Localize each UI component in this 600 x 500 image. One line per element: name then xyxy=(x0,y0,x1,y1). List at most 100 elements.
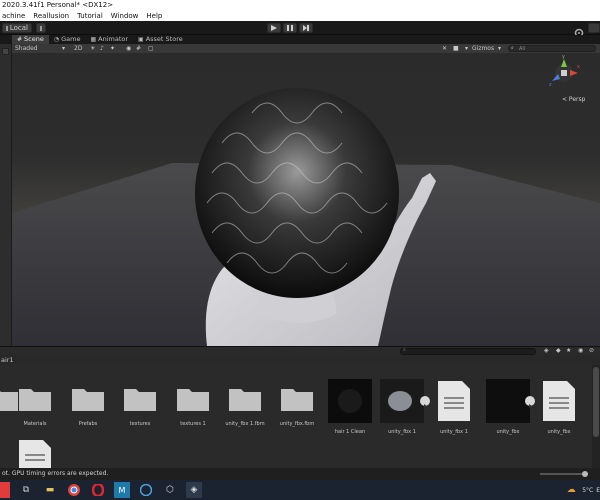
tab-asset-store[interactable]: ▣ Asset Store xyxy=(133,35,188,44)
chrome-icon[interactable] xyxy=(66,482,82,498)
tab-animator-label: Animator xyxy=(98,35,129,43)
project-search-input[interactable]: ⌕ xyxy=(400,347,536,355)
tab-scene[interactable]: # Scene xyxy=(12,35,49,44)
pause-button[interactable] xyxy=(283,23,297,33)
account-button[interactable] xyxy=(588,23,600,33)
scene-tab-bar: # Scene ◔ Game ▦ Animator ▣ Asset Store xyxy=(0,35,600,44)
step-icon xyxy=(303,25,309,31)
asset-unity-fbx-model[interactable]: unity_fbx xyxy=(486,379,530,435)
grid-toggle-icon[interactable]: # xyxy=(136,44,141,53)
local-toggle-button[interactable]: Local xyxy=(2,23,32,33)
asset-file-row2[interactable] xyxy=(17,438,53,468)
zoom-slider[interactable] xyxy=(540,471,588,477)
project-assets-grid: Materials Prefabs textures textures 1 un… xyxy=(0,365,600,468)
filter-label-icon[interactable]: ◆ xyxy=(556,347,561,354)
scene-viewport[interactable]: x y z < Persp xyxy=(12,53,600,346)
pacman-icon: ◔ xyxy=(53,36,60,43)
effects-toggle-icon[interactable]: ✦ xyxy=(110,44,115,53)
chevron-down-icon: ▾ xyxy=(62,45,66,52)
asset-label: hair 1 Clean xyxy=(334,429,366,435)
folder-icon xyxy=(177,389,209,411)
window-title: 2020.3.41f1 Personal* <DX12> xyxy=(0,0,600,11)
material-preview-icon xyxy=(328,379,372,423)
app-c-icon[interactable] xyxy=(138,482,154,498)
tool-settings-icon[interactable]: ▢ xyxy=(148,44,154,53)
menu-reallusion[interactable]: Reallusion xyxy=(33,11,69,21)
temperature-label: 5°C xyxy=(582,486,594,494)
asset-folder-unity-fbx-1-fbm[interactable]: unity_fbx 1.fbm xyxy=(225,383,265,427)
asset-label: Prefabs xyxy=(78,421,98,427)
orientation-gizmo[interactable] xyxy=(552,59,578,82)
menu-tutorial[interactable]: Tutorial xyxy=(77,11,103,21)
collab-button[interactable] xyxy=(574,23,584,38)
scrollbar-thumb[interactable] xyxy=(593,367,599,437)
asset-label: textures xyxy=(129,421,151,427)
breadcrumb-folder[interactable]: air1 xyxy=(0,356,14,364)
opera-icon[interactable] xyxy=(90,482,106,498)
task-view-icon[interactable]: ⧉ xyxy=(18,482,34,498)
asset-hair-1-clean[interactable]: hair 1 Clean xyxy=(328,379,372,435)
project-toolbar: ⌕ ◈ ◆ ★ ◉ ⊘ xyxy=(0,346,600,355)
asset-folder-textures[interactable]: textures xyxy=(120,383,160,427)
menu-machine[interactable]: achine xyxy=(2,11,25,21)
grid-snap-icon xyxy=(40,25,42,31)
menu-help[interactable]: Help xyxy=(146,11,162,21)
folder-icon xyxy=(72,389,104,411)
step-button[interactable] xyxy=(299,23,313,33)
2d-toggle-button[interactable]: 2D xyxy=(74,44,82,53)
scene-search-input[interactable]: ⌕ All xyxy=(508,45,596,52)
assets-scrollbar[interactable] xyxy=(592,365,600,468)
asset-label: unity_fbx xyxy=(496,429,520,435)
weather-icon[interactable]: ☁ xyxy=(564,482,578,498)
tab-asset-store-label: Asset Store xyxy=(145,35,183,43)
lock-icon[interactable]: ⊘ xyxy=(589,347,594,354)
asset-unity-fbx-file[interactable]: unity_fbx xyxy=(541,379,577,435)
asset-unity-fbx-1-model[interactable]: unity_fbx 1 xyxy=(380,379,424,435)
document-icon xyxy=(543,381,575,421)
play-button[interactable] xyxy=(267,23,281,33)
expand-play-icon[interactable] xyxy=(420,396,430,408)
scene-render: x y z < Persp xyxy=(12,54,600,346)
hidden-objects-icon[interactable]: ◉ xyxy=(126,44,131,53)
document-icon xyxy=(19,440,51,468)
asset-label: unity_fbx xyxy=(547,429,571,435)
asset-label: unity_fbx 1 xyxy=(388,429,416,435)
tab-game[interactable]: ◔ Game xyxy=(49,35,86,44)
folder-icon xyxy=(19,389,51,411)
audio-toggle-icon[interactable]: ♪ xyxy=(100,44,104,53)
asset-folder-unity-fbx-fbm[interactable]: unity_fbx.fbm xyxy=(277,383,317,427)
animator-icon: ▦ xyxy=(90,36,97,43)
camera-icon[interactable]: ■ xyxy=(453,44,459,53)
scene-tools-icon[interactable]: ✕ xyxy=(442,44,447,53)
light-toggle-icon[interactable]: ☀ xyxy=(90,44,95,53)
favorite-icon[interactable]: ★ xyxy=(566,347,571,354)
tab-animator[interactable]: ▦ Animator xyxy=(85,35,133,44)
local-icon xyxy=(6,25,8,31)
tab-game-label: Game xyxy=(61,35,81,43)
gizmos-chevron-icon: ▾ xyxy=(498,45,502,52)
app-m-icon[interactable]: M xyxy=(114,482,130,498)
unity-hub-icon[interactable]: ⬡ xyxy=(162,482,178,498)
status-message: ot. GPU timing errors are expected. xyxy=(2,470,109,477)
folder-icon xyxy=(124,389,156,411)
asset-folder-materials[interactable]: Materials xyxy=(15,383,55,427)
menu-window[interactable]: Window xyxy=(111,11,139,21)
os-taskbar: ⧉ ▬ M ⬡ ◈ ☁ 5°C E xyxy=(0,480,600,500)
asset-unity-fbx-1-file[interactable]: unity_fbx 1 xyxy=(436,379,472,435)
unity-editor-icon[interactable]: ◈ xyxy=(186,482,202,498)
tool-handle[interactable] xyxy=(2,48,9,55)
zoom-slider-handle[interactable] xyxy=(582,471,588,477)
gizmos-dropdown[interactable]: Gizmos xyxy=(472,44,494,53)
taskbar-app-red-icon[interactable] xyxy=(0,482,10,498)
character-hair xyxy=(195,88,399,298)
persp-label[interactable]: < Persp xyxy=(562,96,586,103)
asset-folder-prefabs[interactable]: Prefabs xyxy=(68,383,108,427)
file-explorer-icon[interactable]: ▬ xyxy=(42,482,58,498)
asset-folder-textures-1[interactable]: textures 1 xyxy=(173,383,213,427)
grid-snap-button[interactable] xyxy=(36,23,46,33)
filter-type-icon[interactable]: ◈ xyxy=(544,347,549,354)
shading-mode-dropdown[interactable]: Shaded xyxy=(15,44,38,53)
hidden-packages-icon[interactable]: ◉ xyxy=(578,347,583,354)
expand-play-icon-2[interactable] xyxy=(525,396,535,408)
axis-y-label: y xyxy=(562,54,565,60)
